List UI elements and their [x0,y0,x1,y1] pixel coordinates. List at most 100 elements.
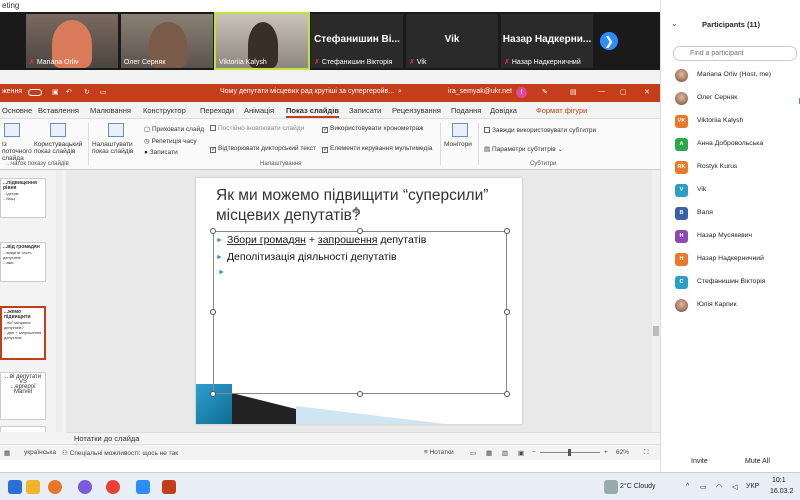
tab-record[interactable]: Записати [349,106,381,115]
tab-design[interactable]: Конструктор [143,106,186,115]
tray-up-icon[interactable]: ^ [686,483,689,490]
participant-name: Валя [697,209,713,216]
close-icon[interactable]: ✕ [644,88,650,96]
slide-sorter-icon[interactable]: ▦ [486,449,492,457]
save-icon[interactable]: ▣ [52,88,59,96]
redo-icon[interactable]: ↻ [84,88,90,96]
tab-insert[interactable]: Вставлення [38,106,79,115]
avatar: A [675,138,688,151]
hide-slide-button[interactable]: ▢ Приховати слайд [144,125,204,133]
resize-handle[interactable] [504,228,510,234]
start-slideshow-icon[interactable]: ▭ [100,88,107,96]
search-icon[interactable]: ⌕ [398,88,402,96]
zoom-out-icon[interactable]: − [532,449,536,456]
always-subtitles-checkbox[interactable]: Завжди використовувати субтитри [484,127,596,134]
use-timings-checkbox[interactable]: ✓ Використовувати хронометраж [322,125,423,133]
resize-handle[interactable] [504,309,510,315]
start-icon[interactable] [8,480,22,494]
video-tile-mariana[interactable]: ✗ Mariana Orliv [26,14,118,68]
account-email[interactable]: ira_semyak@ukr.net [448,88,512,95]
slide-thumbnail[interactable]: ...підвищення рівня ...ідтерм ...базц [0,178,46,218]
show-narrations-checkbox[interactable]: ✓ Відтворювати дикторський текст [210,145,316,153]
zoom-slider-knob[interactable] [568,449,571,456]
viber-icon[interactable] [78,480,92,494]
maximize-icon[interactable]: ▢ [620,88,627,96]
invite-button[interactable]: Invite [691,458,708,465]
clock-date[interactable]: 16.03.2 [770,488,793,495]
input-language[interactable]: УКР [746,483,759,490]
video-tile-viktoriia[interactable]: Viktoriia Kalysh [214,12,310,70]
firefox-icon[interactable] [48,480,62,494]
zoom-level[interactable]: 62% [616,449,629,456]
tab-transitions[interactable]: Переходи [200,106,234,115]
resize-handle[interactable] [357,391,363,397]
ribbon: Із поточного слайда Користувацький показ… [0,118,660,170]
avatar [675,69,688,82]
network-icon[interactable]: ▭ [700,483,707,491]
rehearse-timings-button[interactable]: ◷ Репетиція часу [144,137,197,145]
resize-handle[interactable] [210,391,216,397]
volume-icon[interactable]: ◁ [732,483,737,491]
slide-thumbnail-selected[interactable]: ...жемо підвищити ...ви" місцевих депутат… [0,306,46,360]
mute-all-button[interactable]: Mute All [745,458,770,465]
tab-help[interactable]: Довідка [490,106,517,115]
spellcheck-icon[interactable]: ▦ [4,449,10,457]
tab-slideshow[interactable]: Показ слайдів [286,106,339,118]
chrome-icon[interactable] [106,480,120,494]
resize-handle[interactable] [504,391,510,397]
slide-thumbnail[interactable]: ...від громадян ...вищити часть депутатів… [0,242,46,282]
zoom-in-icon[interactable]: + [604,449,608,456]
participant-search-input[interactable] [673,46,797,61]
file-explorer-icon[interactable] [26,480,40,494]
minimize-icon[interactable]: — [598,88,605,95]
current-slide[interactable]: Як ми можемо підвищити “суперсили” місце… [196,178,522,424]
tab-view[interactable]: Подання [451,106,481,115]
ribbon-display-icon[interactable]: ▤ [570,88,577,96]
tab-home[interactable]: Основне [2,106,32,115]
mic-muted-icon: ✗ [314,59,320,66]
clock-time[interactable]: 10:1 [772,477,786,484]
pen-icon[interactable]: ✎ [542,88,548,96]
tab-shape-format[interactable]: Формат фігури [536,106,587,115]
decor-shape [296,406,446,424]
resize-handle[interactable] [210,309,216,315]
tab-draw[interactable]: Малювання [90,106,131,115]
weather-status[interactable]: 2°C Cloudy [620,483,655,490]
video-tile-nazar[interactable]: Назар Надкерни... ✗ Назар Надкерничний [501,14,593,68]
slide-thumbnail[interactable]: ...ві депутати VS ...ергерої Marvel [0,372,46,420]
custom-show-button[interactable]: Користувацький показ слайдів [34,141,84,155]
setup-show-button[interactable]: Налаштувати показ слайдів [92,141,142,155]
powerpoint-app-icon[interactable] [162,480,176,494]
accessibility-status[interactable]: ⚇ Спеціальні можливості: щось не так [62,449,178,457]
account-avatar[interactable]: I [516,87,527,98]
custom-show-icon [50,123,66,137]
slide-title[interactable]: Як ми можемо підвищити “суперсили” місце… [216,186,516,226]
video-tile-stefanyshyn[interactable]: Стефанишин Ві... ✗ Стефанишин Вікторія [311,14,403,68]
record-button[interactable]: ● Записати [144,149,178,156]
video-tile-oleg[interactable]: Олег Серняк [121,14,213,68]
language-status[interactable]: українська [24,449,56,456]
thumbnail-scrollbar[interactable] [56,170,62,432]
fit-slide-icon[interactable]: ⛶ [644,449,649,457]
reading-view-icon[interactable]: ▥ [502,449,508,457]
autosave-toggle[interactable] [28,89,42,96]
slide-thumbnail[interactable] [0,426,46,432]
tab-animations[interactable]: Анімація [244,106,274,115]
play-narrations-checkbox[interactable]: Постійно іновлювати слайди [210,125,304,132]
from-current-slide-button[interactable]: Із поточного слайда [2,141,32,162]
tab-review[interactable]: Рецензування [392,106,441,115]
subtitle-settings-button[interactable]: ▤ Параметри субтитрів ⌄ [484,145,563,153]
tile-name: Viktoriia Kalysh [219,59,267,66]
show-media-controls-checkbox[interactable]: ✓ Елементи керування мультимедіа [322,145,432,153]
normal-view-icon[interactable]: ▭ [470,449,476,457]
notes-pane[interactable]: Нотатки до слайда [66,432,660,444]
slide-scrollbar[interactable] [652,170,660,432]
next-page-button[interactable]: ❯ [600,32,618,50]
notes-button[interactable]: ≡ Нотатки [424,449,454,456]
undo-icon[interactable]: ↶ [66,88,72,96]
slideshow-view-icon[interactable]: ▣ [518,449,524,457]
monitors-button[interactable]: Монітори [444,141,472,148]
wifi-icon[interactable]: ◠ [716,483,722,491]
zoom-app-icon[interactable] [136,480,150,494]
video-tile-vik[interactable]: Vik ✗ Vik [406,14,498,68]
